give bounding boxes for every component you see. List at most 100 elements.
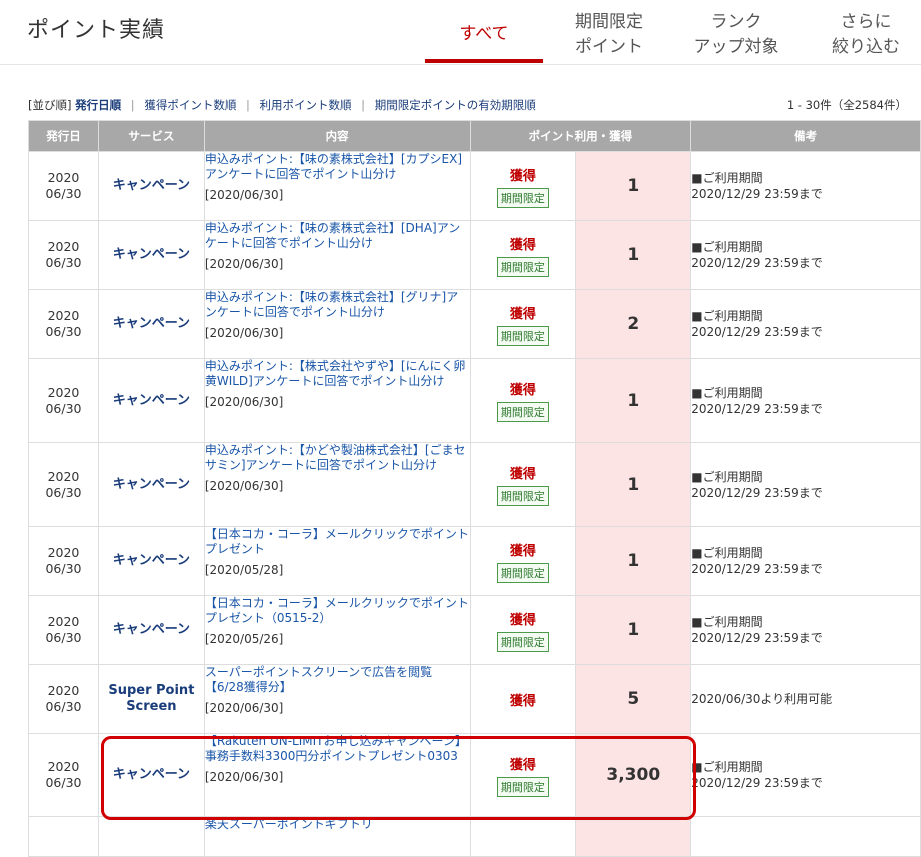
issue-date-year: 2020 [47, 239, 80, 254]
service-link[interactable]: キャンペーン [97, 595, 205, 665]
issue-date-year: 2020 [47, 683, 80, 698]
note-line1: ■ご利用期間 [691, 469, 763, 484]
earned-label: 獲得 [509, 383, 536, 398]
points-value: 1 [575, 358, 692, 443]
issue-date: 2020 06/30 [28, 358, 99, 443]
points-value: 1 [575, 220, 692, 290]
issue-date-day: 06/30 [45, 255, 82, 270]
note-line1: 2020/06/30より利用可能 [691, 692, 833, 706]
issue-date-day: 06/30 [45, 630, 82, 645]
note-cell: ■ご利用期間 2020/12/29 23:59まで [690, 358, 921, 443]
note-line2: 2020/12/29 23:59まで [691, 485, 823, 500]
content-link[interactable]: 申込みポイント:【味の素株式会社】[カプシEX]アンケートに回答でポイント山分け [205, 152, 470, 182]
limited-badge: 期間限定 [496, 187, 549, 208]
issue-date-day: 06/30 [45, 775, 82, 790]
content-link[interactable]: 【Rakuten UN-LIMITお申し込みキャンペーン】事務手数料3300円分… [205, 734, 470, 764]
table-row: 2020 06/30 キャンペーン 申込みポイント:【かどや製油株式会社】[ごまセサミ… [28, 442, 921, 527]
note-cell: ■ご利用期間 2020/12/29 23:59まで [690, 151, 921, 221]
note-line1: ■ご利用期間 [691, 760, 763, 774]
content-link[interactable]: 申込みポイント:【かどや製油株式会社】[ごまセサミン]アンケートに回答でポイント… [205, 443, 470, 473]
content-cell: 申込みポイント:【味の素株式会社】[DHA]アンケートに回答でポイント山分け [2… [203, 220, 471, 290]
service-link[interactable]: キャンペーン [97, 289, 205, 359]
content-date: [2020/06/30] [204, 326, 284, 340]
limited-badge: 期間限定 [496, 631, 549, 652]
issue-date-day: 06/30 [45, 561, 82, 576]
issue-date-year: 2020 [47, 468, 80, 484]
note-line1: ■ご利用期間 [691, 385, 763, 400]
tab-rank-line1: ランク [710, 12, 762, 32]
point-type-cell: 獲得 期間限定 [469, 442, 577, 527]
table-header-row: 発行日 サービス 内容 ポイント利用・獲得 備考 [28, 120, 921, 152]
tab-filter-more[interactable]: さらに 絞り込む [812, 10, 920, 60]
issue-date: 2020 06/30 [28, 664, 99, 734]
content-link[interactable]: 【日本コカ・コーラ】メールクリックでポイントプレゼント [205, 527, 470, 557]
content-link[interactable]: 申込みポイント:【味の素株式会社】[グリナ]アンケートに回答でポイント山分け [205, 290, 470, 320]
note-line2: 2020/12/29 23:59まで [691, 325, 823, 339]
limited-badge: 期間限定 [496, 562, 549, 583]
tab-all-label: すべて [459, 24, 509, 44]
earned-label: 獲得 [509, 306, 536, 322]
sort-bar: [並び順] 発行日順 | 獲得ポイント数順 | 利用ポイント数順 | 期間限定ポ… [28, 98, 536, 112]
service-link[interactable]: キャンペーン [97, 151, 205, 221]
issue-date [28, 816, 99, 857]
tab-limited-line2: ポイント [575, 37, 643, 57]
issue-date-year: 2020 [47, 170, 80, 185]
note-line2: 2020/12/29 23:59まで [691, 631, 823, 645]
points-value: 3,300 [575, 733, 692, 817]
sort-option-expiry[interactable]: 期間限定ポイントの有効期限順 [375, 98, 536, 112]
issue-date-year: 2020 [47, 545, 80, 560]
service-link[interactable] [97, 816, 205, 857]
earned-label: 獲得 [509, 467, 536, 482]
points-value: 1 [575, 526, 692, 596]
points-value: 2 [575, 289, 692, 359]
service-link[interactable]: キャンペーン [97, 526, 205, 596]
point-type-cell: 獲得 期間限定 [469, 289, 577, 359]
content-date: [2020/06/30] [204, 188, 284, 202]
points-value: 1 [575, 442, 692, 527]
result-count: 1 - 30件（全2584件） [786, 98, 907, 112]
point-type-cell: 獲得 期間限定 [469, 595, 577, 665]
sort-option-issue-date[interactable]: 発行日順 [75, 98, 121, 112]
issue-date: 2020 06/30 [28, 442, 99, 527]
earned-label: 獲得 [509, 757, 536, 773]
note-line2: 2020/12/29 23:59まで [691, 256, 823, 270]
service-link[interactable]: キャンペーン [97, 220, 205, 290]
note-line1: ■ご利用期間 [691, 240, 763, 254]
points-history-table: 発行日 サービス 内容 ポイント利用・獲得 備考 2020 06/30 キャンペーン… [28, 120, 921, 857]
issue-date-year: 2020 [47, 759, 80, 774]
tab-limited-points[interactable]: 期間限定 ポイント [555, 10, 663, 60]
issue-date-day: 06/30 [45, 186, 82, 201]
note-line2: 2020/12/29 23:59まで [691, 401, 823, 416]
tab-all[interactable]: すべて [425, 22, 543, 47]
content-link[interactable]: スーパーポイントスクリーンで広告を閲覧【6/28獲得分】 [205, 665, 470, 695]
tab-filter-line2: 絞り込む [832, 37, 900, 57]
table-row: 2020 06/30 キャンペーン 【Rakuten UN-LIMITお申し込みキャン… [28, 733, 921, 817]
content-date: [2020/06/30] [204, 395, 284, 409]
col-header-date: 発行日 [28, 120, 99, 152]
sort-option-earned-points[interactable]: 獲得ポイント数順 [144, 98, 236, 112]
col-header-note: 備考 [690, 120, 921, 152]
service-link[interactable]: キャンペーン [97, 442, 205, 527]
service-link[interactable]: キャンペーン [97, 733, 205, 817]
note-cell: ■ご利用期間 2020/12/29 23:59まで [690, 442, 921, 527]
table-row: 2020 06/30 キャンペーン 申込みポイント:【味の素株式会社】[カプシEX]ア… [28, 151, 921, 221]
issue-date-day: 06/30 [45, 400, 82, 416]
content-date: [2020/05/26] [204, 632, 284, 646]
content-link[interactable]: 【日本コカ・コーラ】メールクリックでポイントプレゼント（0515-2） [205, 596, 470, 626]
tab-rank-up[interactable]: ランク アップ対象 [680, 10, 792, 60]
content-cell: 申込みポイント:【株式会社やずや】[にんにく卵黄WILD]アンケートに回答でポイ… [203, 358, 471, 443]
service-link[interactable]: キャンペーン [97, 358, 205, 443]
content-date: [2020/06/30] [204, 257, 284, 271]
sort-option-used-points[interactable]: 利用ポイント数順 [260, 98, 352, 112]
limited-badge: 期間限定 [496, 325, 549, 346]
content-cell: 【日本コカ・コーラ】メールクリックでポイントプレゼント（0515-2） [2020… [203, 595, 471, 665]
content-link[interactable]: 申込みポイント:【株式会社やずや】[にんにく卵黄WILD]アンケートに回答でポイ… [205, 359, 470, 389]
content-cell: 申込みポイント:【かどや製油株式会社】[ごまセサミン]アンケートに回答でポイント… [203, 442, 471, 527]
note-cell: ■ご利用期間 2020/12/29 23:59まで [690, 220, 921, 290]
limited-badge: 期間限定 [496, 486, 549, 506]
service-link[interactable]: Super Point Screen [97, 664, 205, 734]
note-line1: ■ご利用期間 [691, 546, 763, 560]
content-link[interactable]: 申込みポイント:【味の素株式会社】[DHA]アンケートに回答でポイント山分け [205, 221, 470, 251]
table-row: 2020 06/30 キャンペーン 申込みポイント:【味の素株式会社】[DHA]アンケ… [28, 220, 921, 290]
limited-badge: 期間限定 [496, 402, 549, 422]
